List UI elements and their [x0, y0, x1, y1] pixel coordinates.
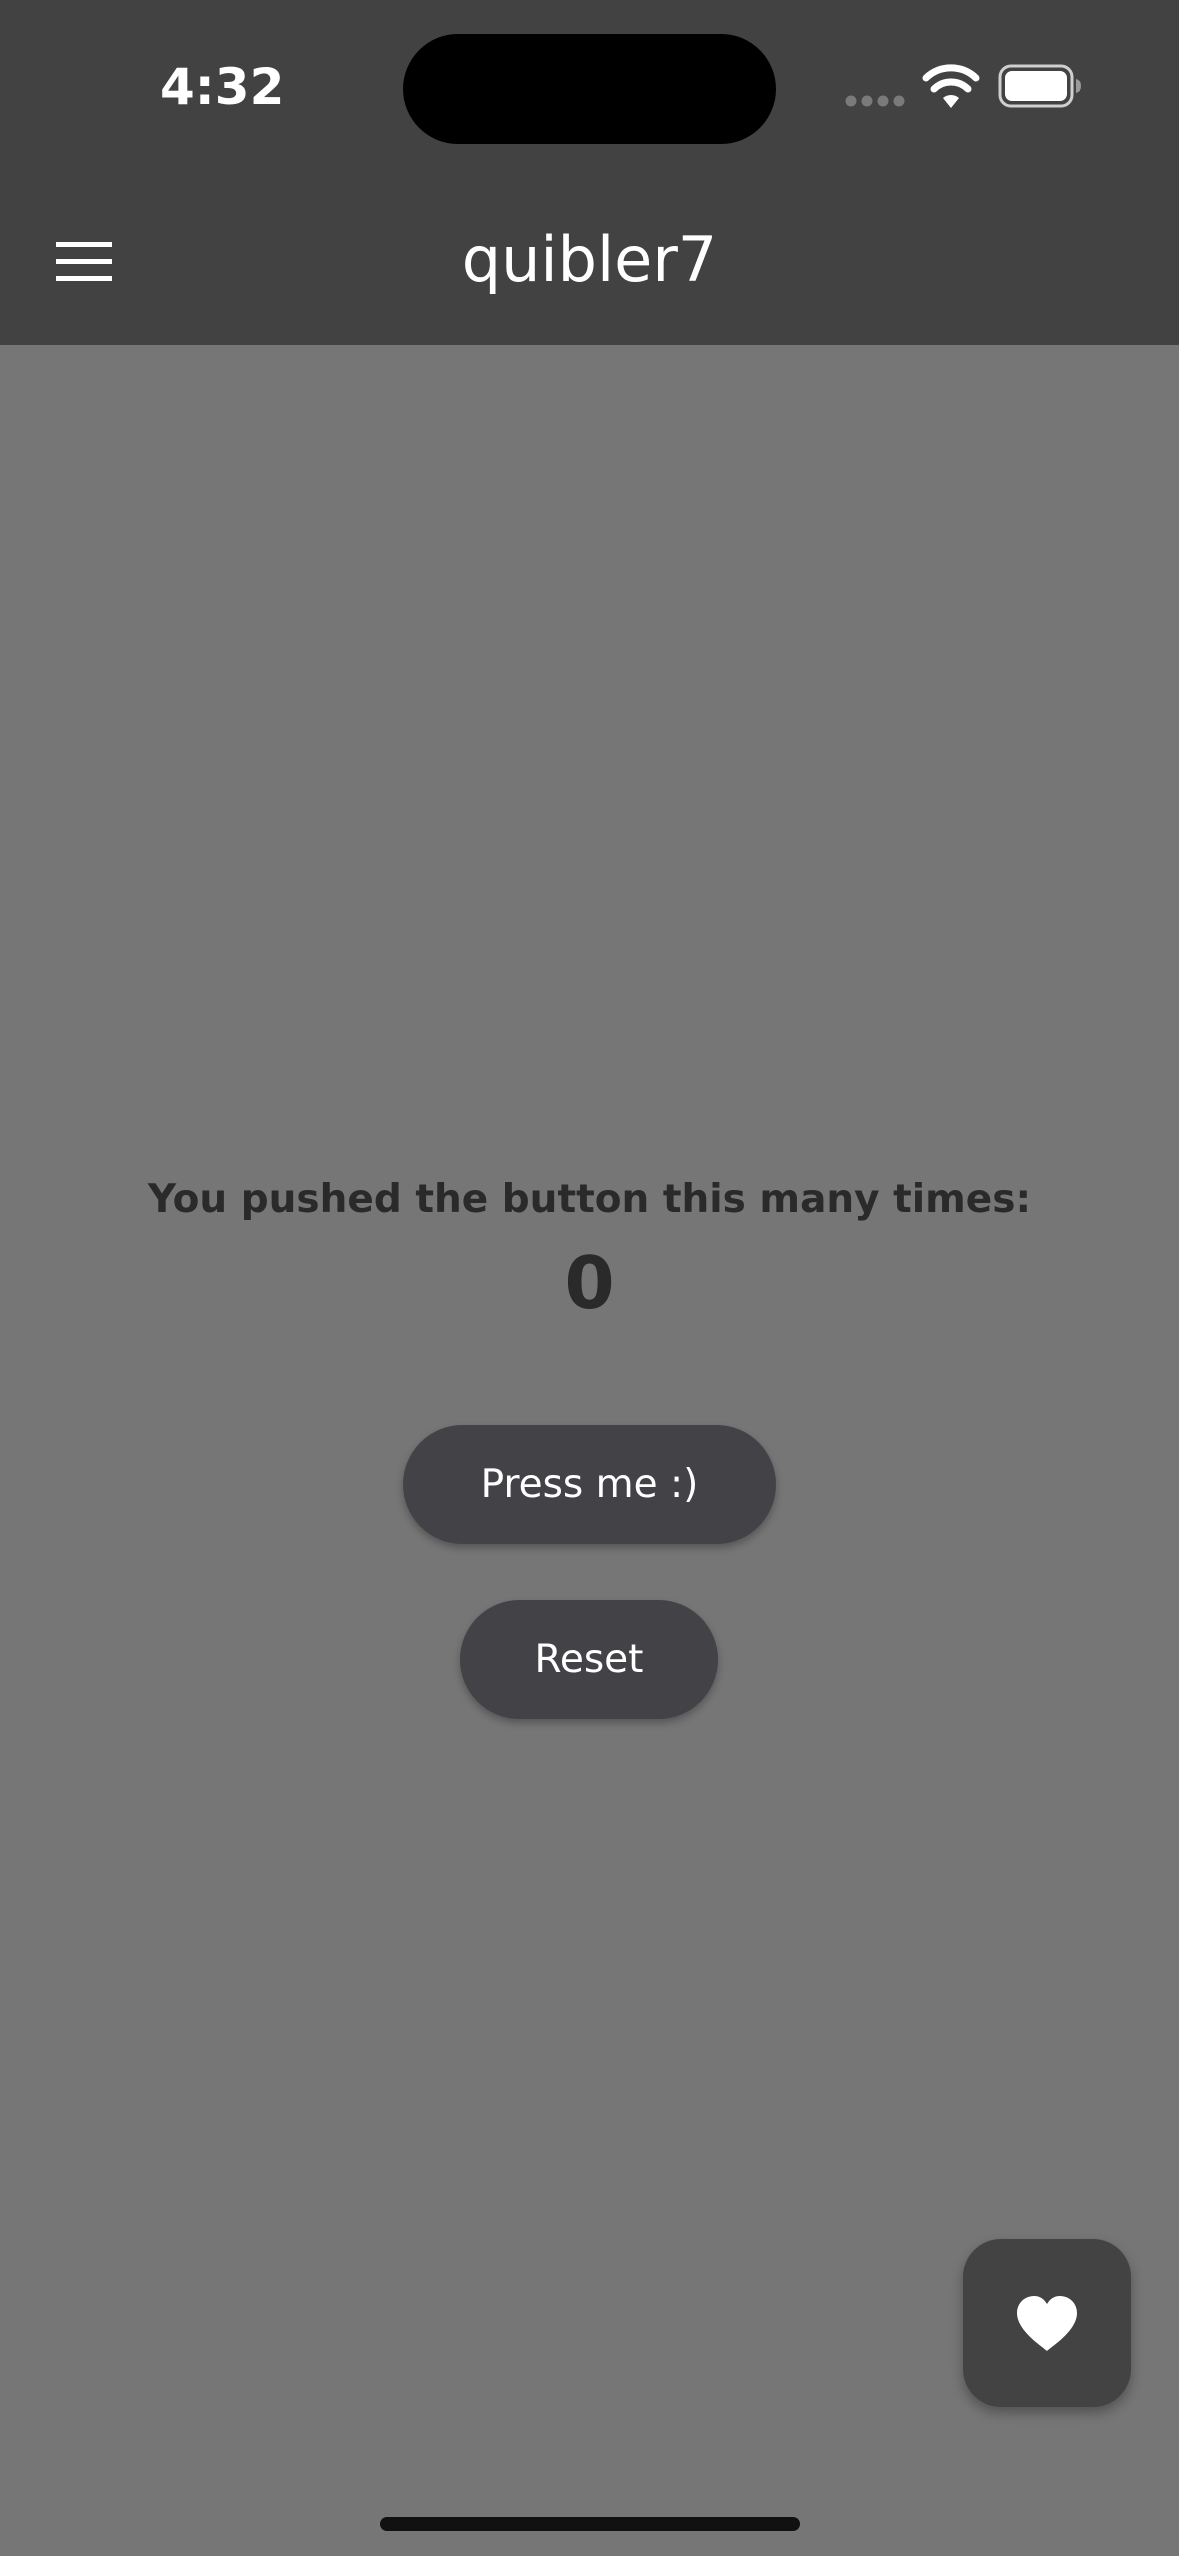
- home-indicator[interactable]: [380, 2517, 800, 2531]
- wifi-icon: [922, 64, 980, 108]
- cellular-signal-icon: [845, 95, 905, 107]
- heart-icon: [1017, 2296, 1077, 2351]
- dynamic-island: [403, 34, 776, 144]
- app-title: quibler7: [461, 223, 718, 296]
- reset-button-label: Reset: [534, 1637, 644, 1682]
- counter-value: 0: [564, 1241, 615, 1325]
- counter-label: You pushed the button this many times:: [147, 1177, 1032, 1222]
- press-me-button[interactable]: Press me :): [403, 1425, 776, 1544]
- status-time: 4:32: [160, 58, 285, 116]
- battery-icon: [998, 64, 1081, 108]
- app-header: 4:32 quibler7: [0, 0, 1179, 345]
- reset-button[interactable]: Reset: [460, 1600, 718, 1719]
- press-me-button-label: Press me :): [480, 1462, 699, 1507]
- favorite-fab-button[interactable]: [963, 2239, 1131, 2407]
